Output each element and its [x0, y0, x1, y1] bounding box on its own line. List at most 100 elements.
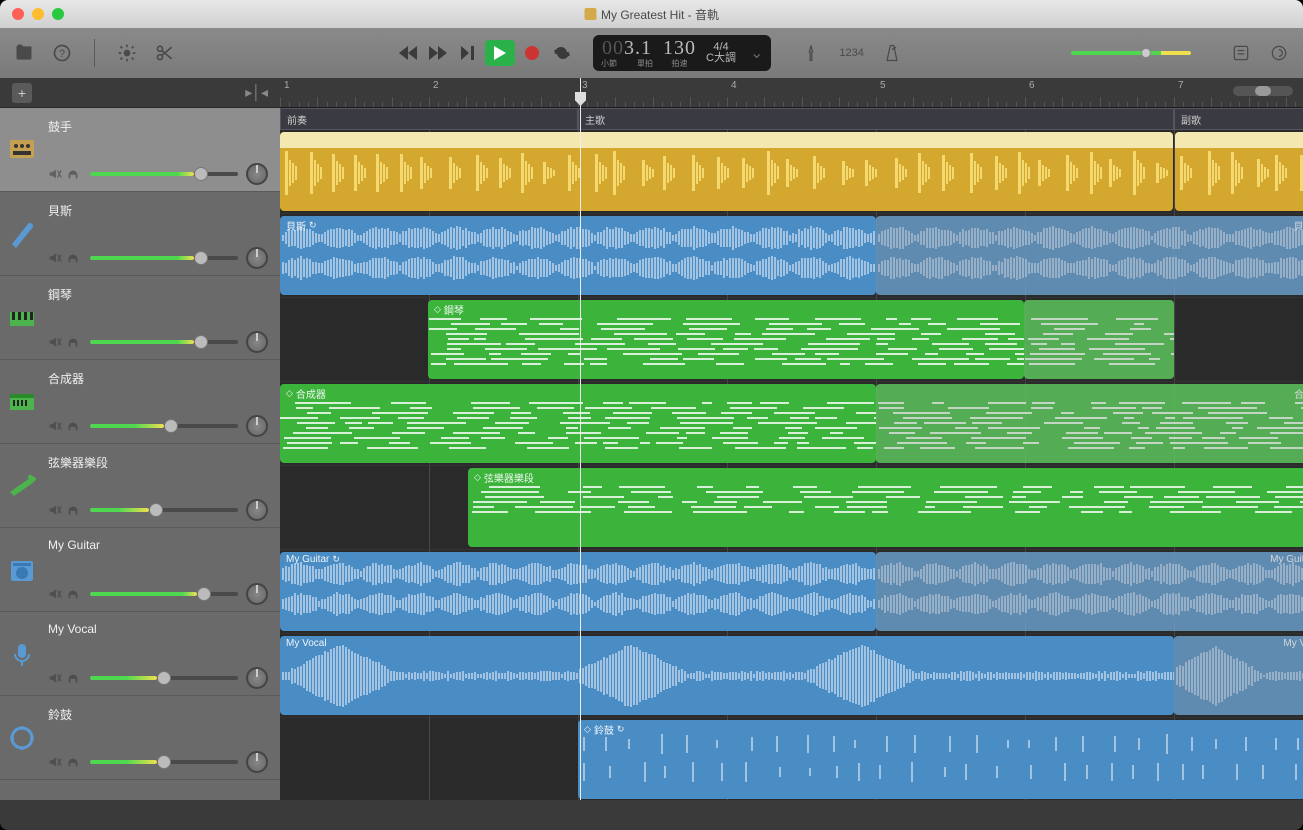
track-name: 鈴鼓 [48, 706, 268, 723]
pan-knob[interactable] [246, 499, 268, 521]
region[interactable]: My Vocal [1174, 636, 1303, 715]
settings-icon[interactable] [117, 43, 137, 63]
master-volume-slider[interactable] [1071, 48, 1191, 58]
volume-slider[interactable] [90, 671, 238, 685]
arrangement-marker[interactable]: 主歌 [578, 108, 1174, 130]
pan-knob[interactable] [246, 667, 268, 689]
midi-icon: ◇ [584, 724, 591, 735]
track-icon-cell [0, 360, 44, 443]
headphone-button[interactable] [66, 671, 82, 685]
region-row[interactable]: ◇鋼琴 [280, 298, 1303, 382]
track-row[interactable]: 鼓手 [0, 108, 280, 192]
scissors-icon[interactable] [155, 43, 175, 63]
pan-knob[interactable] [246, 415, 268, 437]
mute-button[interactable] [48, 167, 64, 181]
mute-button[interactable] [48, 335, 64, 349]
minimize-window-button[interactable] [32, 8, 44, 20]
headphone-button[interactable] [66, 755, 82, 769]
region-row[interactable] [280, 130, 1303, 214]
close-window-button[interactable] [12, 8, 24, 20]
region[interactable] [1024, 300, 1174, 379]
mute-button[interactable] [48, 251, 64, 265]
region[interactable] [280, 132, 1173, 211]
arrangement-marker[interactable]: 前奏 [280, 108, 578, 130]
volume-slider[interactable] [90, 755, 238, 769]
help-icon[interactable]: ? [52, 43, 72, 63]
track-row[interactable]: 弦樂器樂段 [0, 444, 280, 528]
headphone-button[interactable] [66, 167, 82, 181]
rewind-button[interactable] [395, 40, 421, 66]
timeline-area[interactable]: 1234567 前奏主歌副歌貝斯↻貝斯↻◇鋼琴◇合成器合成器◇弦樂器樂段My G… [280, 78, 1303, 800]
headphone-button[interactable] [66, 335, 82, 349]
pan-knob[interactable] [246, 583, 268, 605]
region-row[interactable]: My Guitar↻My Guitar↻ [280, 550, 1303, 634]
mute-button[interactable] [48, 671, 64, 685]
mute-button[interactable] [48, 503, 64, 517]
mute-button[interactable] [48, 755, 64, 769]
region-row[interactable]: ◇鈴鼓↻ [280, 718, 1303, 800]
region-row[interactable]: My Vocal My Vocal [280, 634, 1303, 718]
region[interactable]: ◇鋼琴 [428, 300, 1024, 379]
region[interactable]: 合成器 [876, 384, 1303, 463]
pan-knob[interactable] [246, 247, 268, 269]
track-view-options[interactable]: ▸│◂ [245, 84, 268, 101]
ruler-bar-number: 4 [731, 80, 737, 91]
add-track-button[interactable]: + [12, 83, 32, 103]
region-row[interactable]: 貝斯↻貝斯↻ [280, 214, 1303, 298]
pan-knob[interactable] [246, 751, 268, 773]
region[interactable]: 貝斯↻ [876, 216, 1303, 295]
headphone-button[interactable] [66, 587, 82, 601]
region-row[interactable]: ◇合成器合成器 [280, 382, 1303, 466]
headphone-button[interactable] [66, 251, 82, 265]
volume-slider[interactable] [90, 335, 238, 349]
amp-icon [8, 556, 36, 584]
tuner-icon[interactable] [801, 43, 821, 63]
region[interactable]: My Guitar↻ [280, 552, 876, 631]
volume-slider[interactable] [90, 503, 238, 517]
region[interactable]: 貝斯↻ [280, 216, 876, 295]
arrangement-marker[interactable]: 副歌 [1174, 108, 1303, 130]
volume-slider[interactable] [90, 251, 238, 265]
play-button[interactable] [485, 40, 515, 66]
count-in-button[interactable]: 1234 [839, 47, 863, 59]
zoom-slider[interactable] [1233, 86, 1293, 96]
ruler[interactable]: 1234567 [280, 78, 1303, 108]
record-button[interactable] [519, 40, 545, 66]
volume-slider[interactable] [90, 419, 238, 433]
headphone-button[interactable] [66, 503, 82, 517]
volume-slider[interactable] [90, 167, 238, 181]
volume-slider[interactable] [90, 587, 238, 601]
forward-button[interactable] [425, 40, 451, 66]
pan-knob[interactable] [246, 163, 268, 185]
pan-knob[interactable] [246, 331, 268, 353]
headphone-button[interactable] [66, 419, 82, 433]
track-row[interactable]: My Vocal [0, 612, 280, 696]
track-name: 合成器 [48, 370, 268, 387]
library-icon[interactable] [14, 43, 34, 63]
track-row[interactable]: 鈴鼓 [0, 696, 280, 780]
cycle-button[interactable] [549, 40, 575, 66]
track-row[interactable]: 合成器 [0, 360, 280, 444]
mute-button[interactable] [48, 587, 64, 601]
region[interactable]: ◇弦樂器樂段 [468, 468, 1303, 547]
region-label: My Vocal [280, 636, 333, 651]
metronome-icon[interactable] [882, 43, 902, 63]
region[interactable] [1175, 132, 1303, 211]
region[interactable]: My Guitar↻ [876, 552, 1303, 631]
region[interactable]: ◇合成器 [280, 384, 876, 463]
mute-button[interactable] [48, 419, 64, 433]
arrangement-track[interactable]: 前奏主歌副歌 [280, 108, 1303, 130]
region[interactable]: ◇鈴鼓↻ [578, 720, 1303, 799]
region-row[interactable]: ◇弦樂器樂段 [280, 466, 1303, 550]
lcd-display[interactable]: 003.1 小節單拍 130 拍速 4/4 C大調 ⌄ [593, 35, 771, 71]
track-row[interactable]: My Guitar [0, 528, 280, 612]
notepad-icon[interactable] [1231, 43, 1251, 63]
track-row[interactable]: 貝斯 [0, 192, 280, 276]
playhead[interactable] [580, 78, 581, 800]
region[interactable]: My Vocal [280, 636, 1174, 715]
stop-button[interactable] [455, 40, 481, 66]
lcd-dropdown-icon[interactable]: ⌄ [750, 43, 763, 63]
track-row[interactable]: 鋼琴 [0, 276, 280, 360]
loop-browser-icon[interactable] [1269, 43, 1289, 63]
zoom-window-button[interactable] [52, 8, 64, 20]
